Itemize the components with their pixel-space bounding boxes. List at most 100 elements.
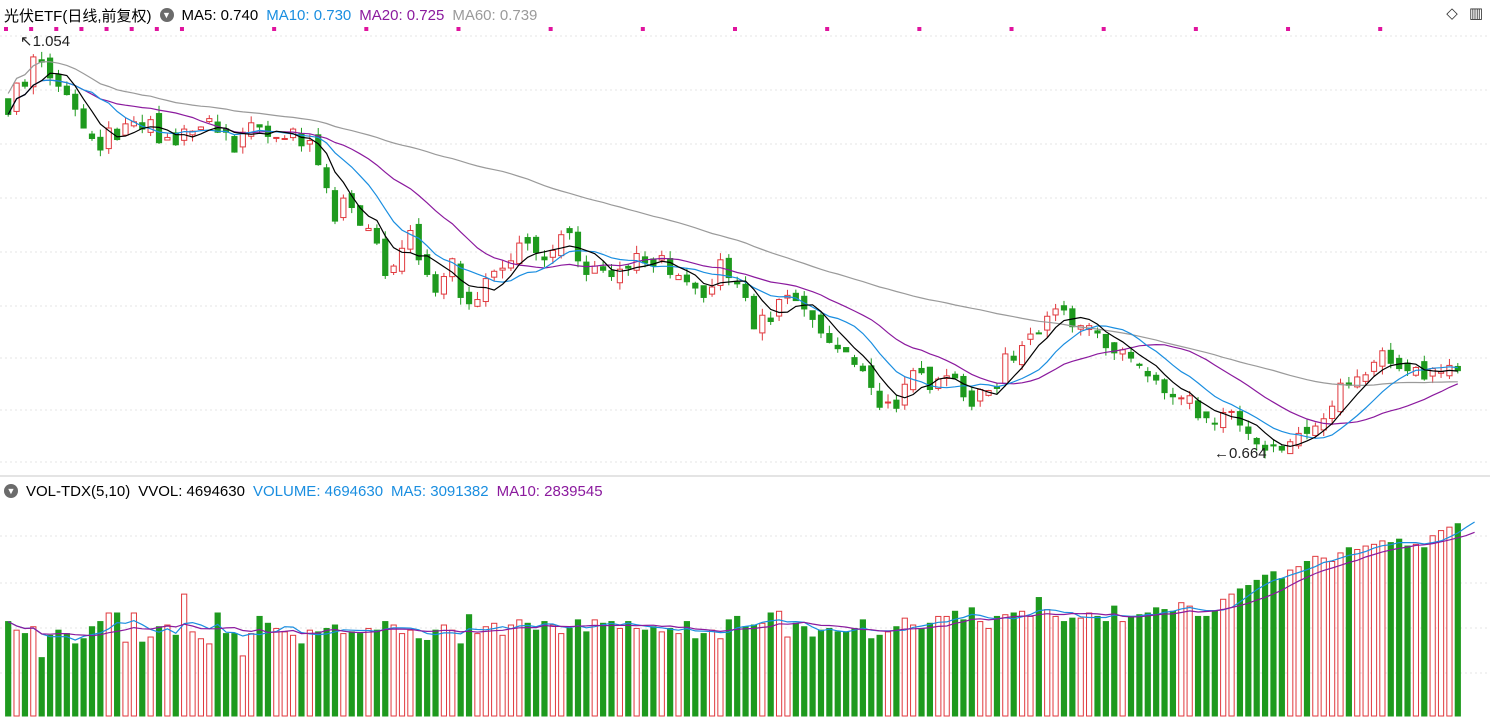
volume-bar — [683, 621, 691, 717]
volume-bar — [1370, 543, 1378, 717]
candle-body — [608, 270, 615, 278]
volume-bar — [1454, 523, 1461, 717]
candle-body — [21, 81, 29, 87]
candle-body — [817, 314, 825, 334]
volume-bar — [407, 629, 414, 717]
candle-body — [1329, 405, 1336, 419]
volume-bar — [792, 622, 799, 717]
volume-bar — [767, 612, 774, 717]
candle-body — [206, 118, 213, 123]
candle-body — [968, 390, 975, 407]
candle-body — [868, 365, 875, 388]
candle-body — [164, 136, 171, 141]
volume-bar — [1018, 610, 1026, 717]
volume-bar — [968, 607, 975, 717]
volume-bar — [1396, 538, 1403, 717]
volume-bar — [910, 624, 917, 717]
candlestick-chart[interactable]: ↖1.054 ←0.664 — [0, 0, 1490, 719]
volume-bar — [1044, 609, 1051, 717]
candle-body — [1094, 330, 1101, 334]
volume-bar — [1194, 615, 1202, 717]
volume-bar — [172, 634, 179, 717]
volume-bar — [499, 634, 506, 717]
candle-body — [1052, 308, 1059, 316]
signal-dot — [825, 27, 830, 31]
candle-body — [1169, 393, 1177, 398]
volume-bar — [114, 612, 121, 717]
candle-body — [306, 140, 313, 145]
candle-body — [708, 286, 716, 295]
volume-bar — [600, 622, 607, 717]
volume-bar — [574, 619, 582, 717]
candle-body — [340, 197, 347, 219]
signal-dot — [364, 27, 369, 31]
candle-body — [1245, 426, 1252, 434]
signal-dot — [272, 27, 277, 31]
volume-bar — [1245, 585, 1252, 717]
volume-bar — [1144, 612, 1151, 717]
volume-bar — [667, 627, 674, 717]
candle-body — [122, 123, 129, 136]
volume-bar — [382, 621, 389, 717]
signal-dot — [1286, 27, 1291, 31]
candle-body — [600, 266, 607, 271]
volume-bar — [273, 627, 280, 717]
volume-bar — [155, 626, 163, 717]
candle-body — [1060, 305, 1068, 311]
volume-bar — [1178, 602, 1185, 717]
volume-bar — [801, 626, 808, 717]
volume-bar — [516, 619, 523, 717]
signal-dot — [1009, 27, 1014, 31]
signal-dot — [179, 27, 184, 31]
candle-body — [951, 373, 959, 379]
volume-bar — [1404, 545, 1411, 717]
candle-body — [1379, 350, 1386, 367]
candle-body — [365, 227, 372, 232]
volume-bar — [189, 631, 196, 717]
candle-body — [30, 56, 37, 88]
volume-bar — [147, 636, 154, 717]
volume-bar — [1027, 615, 1034, 717]
volume-bar — [1278, 578, 1285, 717]
volume-bar — [315, 631, 322, 717]
candle-body — [725, 257, 732, 279]
volume-bar — [440, 624, 448, 717]
signal-dot — [54, 27, 59, 31]
candle-body — [574, 231, 582, 262]
volume-bar — [365, 627, 372, 717]
volume-bar — [851, 627, 858, 717]
candle-body — [382, 238, 389, 276]
volume-bar — [1421, 547, 1428, 717]
volume-bar — [1169, 610, 1177, 717]
volume-bar — [55, 629, 62, 717]
candle-body — [256, 124, 263, 128]
volume-bar — [1211, 610, 1218, 717]
volume-bar — [1412, 543, 1420, 717]
volume-bar — [1287, 569, 1294, 717]
volume-bar — [834, 631, 841, 717]
volume-bar — [734, 615, 741, 717]
candle-body — [977, 388, 984, 402]
volume-bar — [926, 622, 934, 717]
candle-body — [1312, 425, 1319, 436]
volume-bar — [583, 631, 590, 717]
signal-dot — [733, 27, 737, 31]
volume-bar — [1446, 526, 1453, 717]
volume-bar — [298, 643, 305, 717]
signal-dot — [129, 27, 134, 31]
volume-bar — [826, 627, 833, 717]
volume-bar — [1362, 545, 1369, 717]
volume-bar — [1086, 612, 1093, 717]
signal-dot — [456, 27, 461, 31]
volume-bar — [373, 629, 380, 717]
volume-bar — [859, 619, 866, 717]
volume-bar — [164, 624, 171, 717]
volume-bar — [993, 615, 1001, 717]
candle-body — [675, 274, 682, 281]
volume-bar — [1228, 593, 1235, 717]
volume-bar — [63, 633, 70, 717]
candle-body — [692, 282, 699, 289]
candle-body — [390, 265, 397, 273]
candle-body — [1069, 308, 1076, 328]
volume-bar — [340, 633, 347, 717]
